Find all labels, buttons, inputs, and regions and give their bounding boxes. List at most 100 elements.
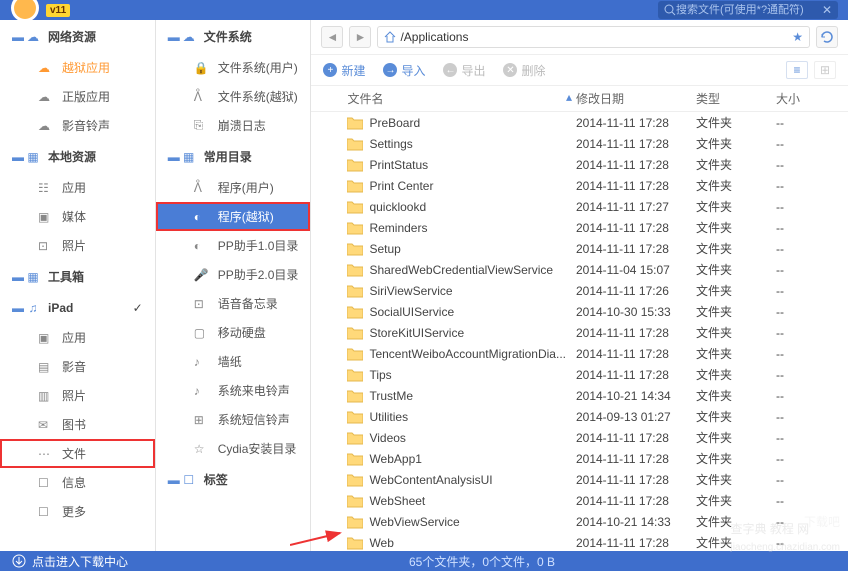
- sidebar-item[interactable]: ♪系统来电铃声: [156, 376, 311, 405]
- sidebar-section-header[interactable]: ▬▦工具箱: [0, 260, 155, 293]
- file-row[interactable]: PreBoard2014-11-11 17:28文件夹--: [311, 112, 848, 133]
- content-pane: ◄ ► /Applications ★ +新建 →导入 ←导出 ✕删除 ≡ ⊞ …: [311, 20, 848, 551]
- file-type: 文件夹: [696, 156, 776, 173]
- sidebar-section-header[interactable]: ▬☁网络资源: [0, 20, 155, 53]
- sidebar-item[interactable]: 🔒文件系统(用户): [156, 53, 311, 82]
- file-type: 文件夹: [696, 198, 776, 215]
- delete-button: ✕删除: [503, 62, 545, 79]
- file-row[interactable]: Videos2014-11-11 17:28文件夹--: [311, 427, 848, 448]
- star-icon[interactable]: ★: [792, 30, 803, 44]
- sidebar-section-header[interactable]: ▬☁文件系统: [156, 20, 311, 53]
- version-badge: v11: [46, 4, 70, 17]
- file-row[interactable]: WebContentAnalysisUI2014-11-11 17:28文件夹-…: [311, 469, 848, 490]
- header-date[interactable]: 修改日期: [576, 90, 696, 107]
- refresh-icon: [820, 30, 834, 44]
- file-row[interactable]: TrustMe2014-10-21 14:34文件夹--: [311, 385, 848, 406]
- sidebar-item[interactable]: ☁越狱应用: [0, 53, 155, 82]
- file-name: TrustMe: [369, 389, 413, 403]
- sidebar-section-header[interactable]: ▬☐标签: [156, 463, 311, 496]
- sidebar-item[interactable]: ✉图书: [0, 410, 155, 439]
- sidebar-item[interactable]: ⊡语音备忘录: [156, 289, 311, 318]
- file-row[interactable]: Tips2014-11-11 17:28文件夹--: [311, 364, 848, 385]
- new-button[interactable]: +新建: [323, 62, 365, 79]
- sidebar-item[interactable]: ◐程序(越狱): [156, 202, 311, 231]
- nav-back-button[interactable]: ◄: [321, 26, 343, 48]
- file-row[interactable]: WebViewService2014-10-21 14:33文件夹--: [311, 511, 848, 532]
- sidebar-item[interactable]: ⎘崩溃日志: [156, 111, 311, 140]
- file-row[interactable]: Reminders2014-11-11 17:28文件夹--: [311, 217, 848, 238]
- file-list[interactable]: PreBoard2014-11-11 17:28文件夹--Settings201…: [311, 112, 848, 551]
- sidebar-item[interactable]: ☷应用: [0, 173, 155, 202]
- list-view-button[interactable]: ≡: [786, 61, 808, 79]
- file-date: 2014-11-11 17:28: [576, 137, 696, 151]
- download-center-link[interactable]: 点击进入下载中心: [12, 553, 128, 570]
- header-size[interactable]: 大小: [776, 90, 836, 107]
- header-type[interactable]: 类型: [696, 90, 776, 107]
- item-label: 照片: [62, 387, 86, 404]
- sidebar-item[interactable]: ▥照片: [0, 381, 155, 410]
- nav-forward-button[interactable]: ►: [349, 26, 371, 48]
- file-size: --: [776, 242, 836, 256]
- file-size: --: [776, 452, 836, 466]
- file-row[interactable]: WebApp12014-11-11 17:28文件夹--: [311, 448, 848, 469]
- file-name: SocialUIService: [369, 305, 454, 319]
- file-row[interactable]: PrintStatus2014-11-11 17:28文件夹--: [311, 154, 848, 175]
- clear-icon[interactable]: ✕: [822, 3, 832, 17]
- file-row[interactable]: Web2014-11-11 17:28文件夹--: [311, 532, 848, 551]
- sidebar-section-header[interactable]: ▬▦本地资源: [0, 140, 155, 173]
- collapse-icon: ▬: [12, 30, 22, 44]
- header-name[interactable]: 文件名: [323, 90, 566, 107]
- file-type: 文件夹: [696, 282, 776, 299]
- file-row[interactable]: TencentWeiboAccountMigrationDia...2014-1…: [311, 343, 848, 364]
- file-row[interactable]: quicklookd2014-11-11 17:27文件夹--: [311, 196, 848, 217]
- sidebar-item[interactable]: ☆Cydia安装目录: [156, 434, 311, 463]
- file-date: 2014-11-11 17:28: [576, 158, 696, 172]
- sidebar-section-header[interactable]: ▬♫iPad✓: [0, 293, 155, 323]
- sidebar-item[interactable]: ᐰ文件系统(越狱): [156, 82, 311, 111]
- sidebar-item[interactable]: ◐PP助手1.0目录: [156, 231, 311, 260]
- file-row[interactable]: SocialUIService2014-10-30 15:33文件夹--: [311, 301, 848, 322]
- sidebar-item[interactable]: ⊞系统短信铃声: [156, 405, 311, 434]
- sidebar-item[interactable]: 🎤PP助手2.0目录: [156, 260, 311, 289]
- refresh-button[interactable]: [816, 26, 838, 48]
- sidebar-item[interactable]: ⊡照片: [0, 231, 155, 260]
- sidebar-item[interactable]: ♪墙纸: [156, 347, 311, 376]
- file-name: Web: [369, 536, 393, 550]
- file-row[interactable]: StoreKitUIService2014-11-11 17:28文件夹--: [311, 322, 848, 343]
- file-row[interactable]: Setup2014-11-11 17:28文件夹--: [311, 238, 848, 259]
- search-box[interactable]: ✕: [658, 1, 838, 19]
- folder-icon: [347, 452, 363, 466]
- file-row[interactable]: SharedWebCredentialViewService2014-11-04…: [311, 259, 848, 280]
- folder-icon: [347, 242, 363, 256]
- file-date: 2014-11-11 17:28: [576, 347, 696, 361]
- file-size: --: [776, 536, 836, 550]
- sidebar-item[interactable]: ▣应用: [0, 323, 155, 352]
- sidebar-item[interactable]: ▤影音: [0, 352, 155, 381]
- file-date: 2014-11-11 17:28: [576, 536, 696, 550]
- sidebar-item[interactable]: ☐更多: [0, 497, 155, 526]
- path-input[interactable]: /Applications ★: [377, 26, 810, 48]
- sidebar-item[interactable]: ▢移动硬盘: [156, 318, 311, 347]
- section-icon: ▦: [182, 150, 196, 164]
- sidebar-item[interactable]: ☁正版应用: [0, 82, 155, 111]
- file-row[interactable]: WebSheet2014-11-11 17:28文件夹--: [311, 490, 848, 511]
- file-row[interactable]: Settings2014-11-11 17:28文件夹--: [311, 133, 848, 154]
- sidebar-item[interactable]: ☐信息: [0, 468, 155, 497]
- sidebar-section-header[interactable]: ▬▦常用目录: [156, 140, 311, 173]
- sidebar-item[interactable]: ⋯文件: [0, 439, 155, 468]
- item-label: 应用: [62, 179, 86, 196]
- file-name: WebContentAnalysisUI: [369, 473, 492, 487]
- grid-view-button[interactable]: ⊞: [814, 61, 836, 79]
- sidebar-item[interactable]: ▣媒体: [0, 202, 155, 231]
- file-name: Videos: [369, 431, 405, 445]
- sidebar-item[interactable]: ᐰ程序(用户): [156, 173, 311, 202]
- file-row[interactable]: SiriViewService2014-11-11 17:26文件夹--: [311, 280, 848, 301]
- file-row[interactable]: Print Center2014-11-11 17:28文件夹--: [311, 175, 848, 196]
- file-row[interactable]: Utilities2014-09-13 01:27文件夹--: [311, 406, 848, 427]
- sort-icon[interactable]: ▴: [566, 90, 576, 107]
- file-name: WebViewService: [369, 515, 459, 529]
- item-icon: ◐: [194, 239, 210, 253]
- sidebar-item[interactable]: ☁影音铃声: [0, 111, 155, 140]
- import-button[interactable]: →导入: [383, 62, 425, 79]
- search-input[interactable]: [676, 4, 822, 16]
